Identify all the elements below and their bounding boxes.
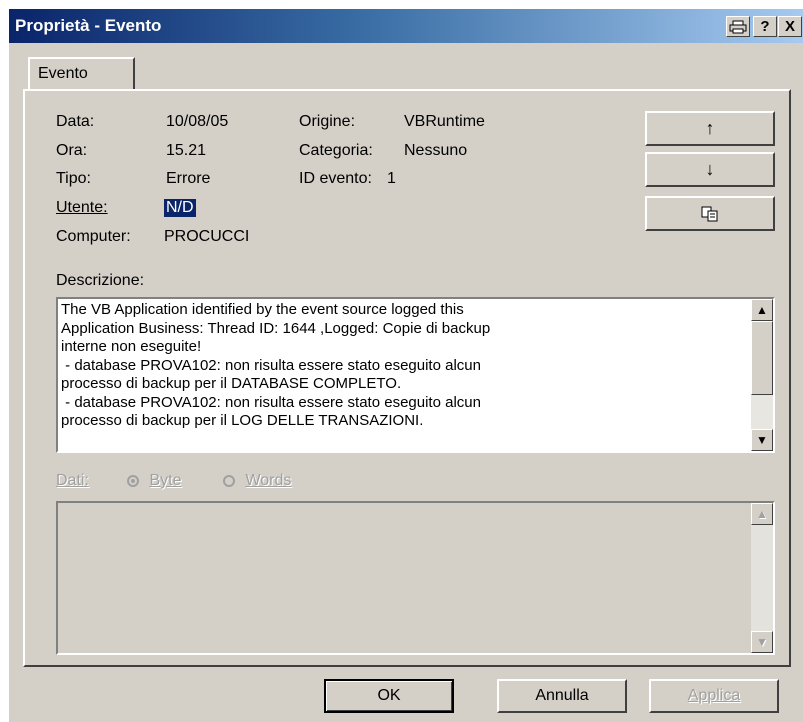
data-scroll-up-button: ▲ xyxy=(751,503,773,525)
scroll-down-icon: ▼ xyxy=(756,635,768,649)
description-text[interactable]: The VB Application identified by the eve… xyxy=(61,301,731,447)
copy-button[interactable] xyxy=(645,196,775,231)
next-event-button[interactable]: ↓ xyxy=(645,152,775,187)
computer-label: Computer: xyxy=(56,228,131,245)
description-scrollbar[interactable]: ▲ ▼ xyxy=(751,299,773,451)
ora-label: Ora: xyxy=(56,142,88,159)
print-button[interactable] xyxy=(726,16,750,37)
radio-words[interactable]: Words xyxy=(223,472,291,490)
scroll-down-button[interactable]: ▼ xyxy=(751,429,773,451)
scroll-down-icon: ▼ xyxy=(756,433,768,447)
data-textbox: ▲ ▼ xyxy=(56,501,775,655)
tipo-value: Errore xyxy=(166,170,211,187)
origine-label: Origine: xyxy=(299,113,356,130)
printer-icon xyxy=(729,20,747,33)
close-button[interactable]: X xyxy=(778,16,802,37)
computer-value: PROCUCCI xyxy=(164,228,250,245)
idevento-label: ID evento: xyxy=(299,170,372,187)
event-properties-window: Proprietà - Evento ? X Evento Data: 10/0… xyxy=(8,8,803,722)
categoria-label: Categoria: xyxy=(299,142,373,159)
utente-label: Utente: xyxy=(56,199,108,216)
help-button[interactable]: ? xyxy=(753,16,777,37)
utente-value[interactable]: N/D xyxy=(164,199,196,217)
description-label: Descrizione: xyxy=(56,272,145,289)
data-scrollbar: ▲ ▼ xyxy=(751,503,773,653)
tab-evento[interactable]: Evento xyxy=(28,57,135,91)
categoria-value: Nessuno xyxy=(404,142,468,159)
tipo-label: Tipo: xyxy=(56,170,91,187)
arrow-up-icon: ↑ xyxy=(705,118,715,138)
scroll-up-icon: ▲ xyxy=(756,507,768,521)
apply-button[interactable]: Applica xyxy=(649,679,779,713)
ok-button[interactable]: OK xyxy=(324,679,454,713)
origine-value: VBRuntime xyxy=(404,113,485,130)
arrow-down-icon: ↓ xyxy=(705,159,715,179)
ora-value: 15.21 xyxy=(166,142,207,159)
previous-event-button[interactable]: ↑ xyxy=(645,111,775,146)
radio-byte-label: Byte xyxy=(149,472,182,489)
radio-byte[interactable]: Byte xyxy=(127,472,181,490)
radio-byte-indicator[interactable] xyxy=(127,474,139,487)
title-bar[interactable]: Proprietà - Evento ? X xyxy=(9,9,803,43)
scroll-up-button[interactable]: ▲ xyxy=(751,299,773,321)
dati-label: Dati: xyxy=(56,472,89,489)
radio-words-label: Words xyxy=(245,472,292,489)
radio-words-indicator[interactable] xyxy=(223,474,235,487)
data-scroll-down-button: ▼ xyxy=(751,631,773,653)
data-label: Data: xyxy=(56,113,95,130)
idevento-value: 1 xyxy=(387,170,396,187)
scroll-up-icon: ▲ xyxy=(756,303,768,317)
cancel-button[interactable]: Annulla xyxy=(497,679,627,713)
data-value: 10/08/05 xyxy=(166,113,229,130)
scroll-thumb[interactable] xyxy=(751,321,773,395)
description-textbox[interactable]: The VB Application identified by the eve… xyxy=(56,297,775,453)
copy-icon xyxy=(701,206,718,221)
window-title: Proprietà - Evento xyxy=(15,16,162,35)
